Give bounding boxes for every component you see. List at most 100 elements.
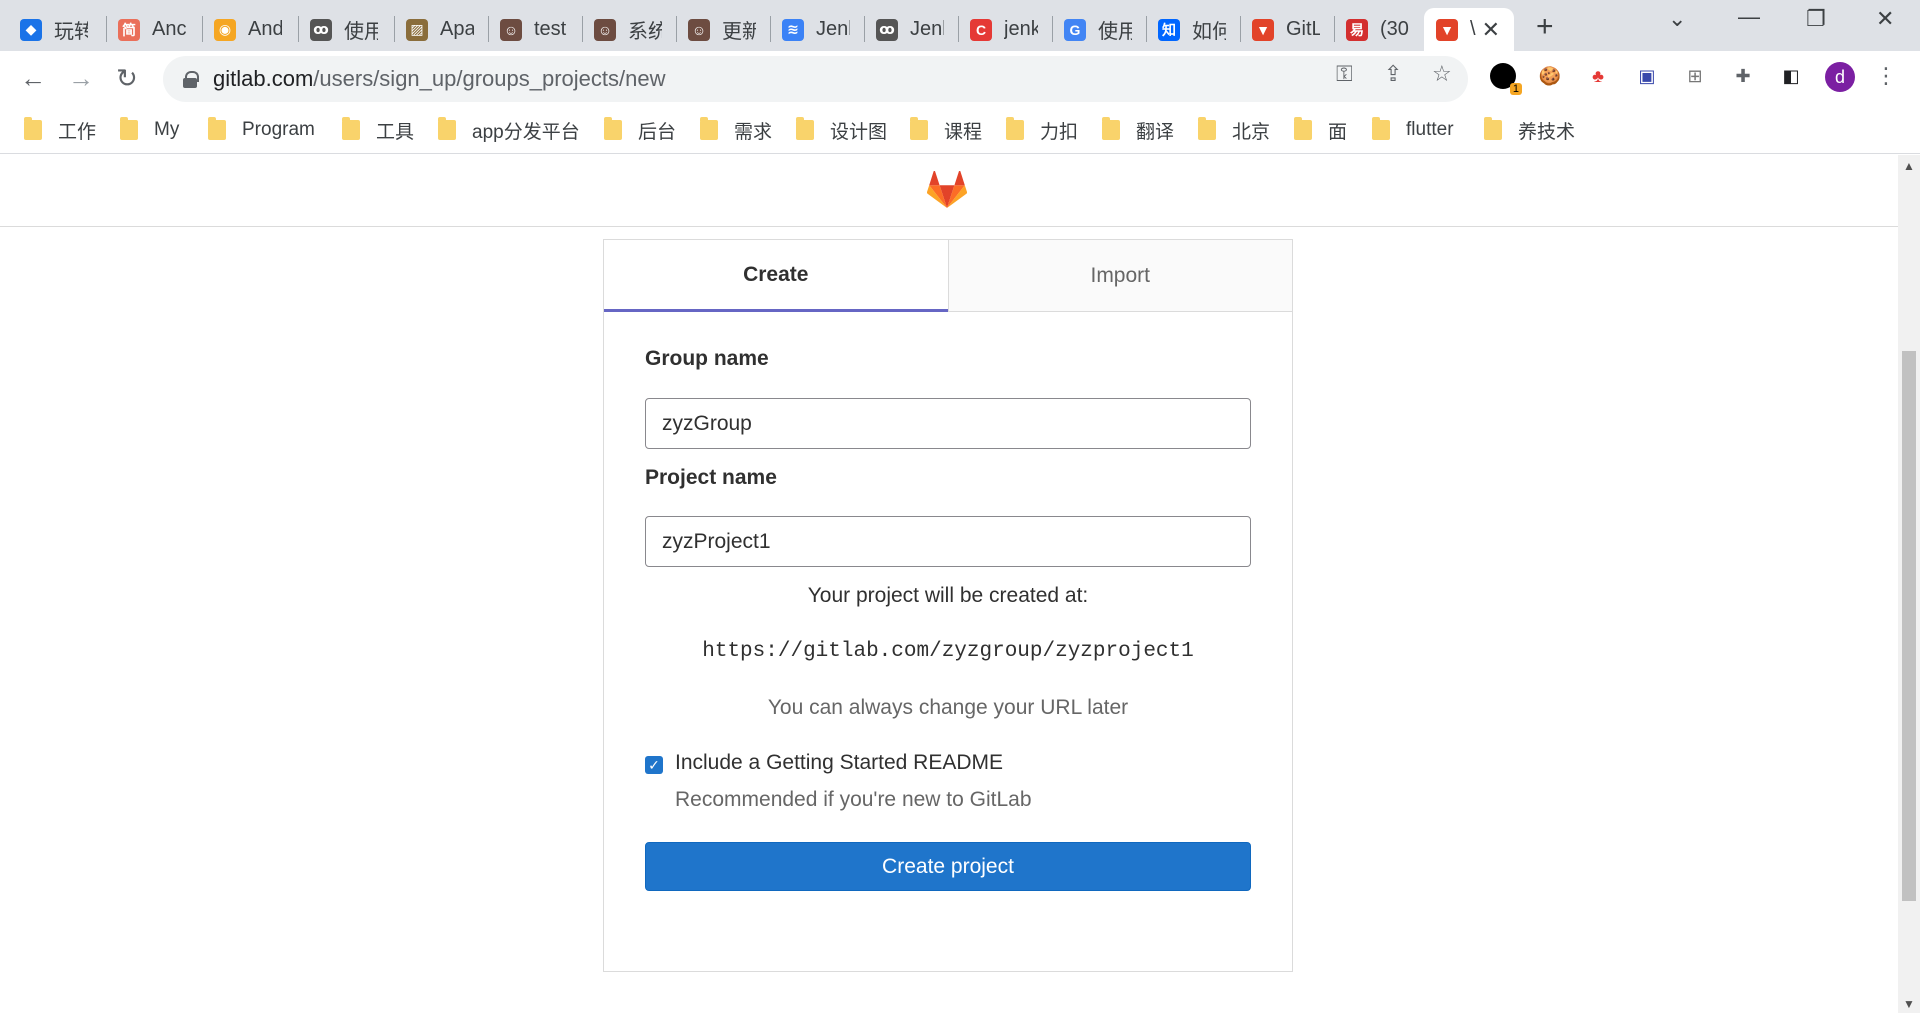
tab-create[interactable]: Create: [604, 240, 948, 312]
browser-tab[interactable]: 知 如何: [1146, 8, 1236, 51]
folder-icon: [24, 117, 42, 140]
readme-checkbox-label[interactable]: Include a Getting Started README: [675, 751, 1003, 775]
key-icon[interactable]: ⚿: [1336, 61, 1353, 87]
browser-tab[interactable]: ≋ Jenk: [770, 8, 860, 51]
bookmark-label: 工具: [376, 121, 415, 143]
lock-icon[interactable]: [183, 71, 199, 88]
scroll-up-arrow-icon[interactable]: ▲: [1903, 159, 1915, 173]
folder-icon: [120, 117, 138, 140]
tab-favicon-icon: ▼: [1436, 18, 1458, 41]
bookmark-folder[interactable]: My: [120, 115, 179, 145]
translate-extension-icon[interactable]: ▣: [1634, 63, 1660, 89]
tab-title: 玩转: [54, 21, 88, 43]
bookmark-label: 力扣: [1040, 121, 1079, 143]
browser-tab[interactable]: ◆ 玩转: [8, 8, 98, 51]
url-hint: You can always change your URL later: [767, 696, 1129, 719]
bookmark-star-icon[interactable]: ☆: [1432, 61, 1452, 87]
created-at-text: Your project will be created at:: [807, 584, 1089, 607]
browser-tab[interactable]: ▼ GitL: [1240, 8, 1330, 51]
share-icon[interactable]: ⇪: [1384, 61, 1402, 87]
bookmark-folder[interactable]: Program: [208, 115, 315, 145]
tab-favicon-icon: 知: [1158, 18, 1180, 41]
browser-tab[interactable]: ◉ And: [202, 8, 292, 51]
project-name-input[interactable]: zyzProject1: [645, 516, 1251, 567]
restore-icon[interactable]: ❐: [1806, 6, 1826, 32]
browser-menu-icon[interactable]: ⋮: [1873, 63, 1899, 89]
tab-title: \: [1470, 18, 1476, 40]
tab-search-chevron-icon[interactable]: ⌄: [1668, 6, 1686, 32]
tab-import[interactable]: Import: [947, 240, 1292, 312]
browser-tab[interactable]: ꝏ 使用: [298, 8, 388, 51]
extensions-puzzle-icon[interactable]: ✚: [1730, 63, 1756, 89]
bookmark-folder[interactable]: 课程: [910, 115, 982, 145]
scrollbar-thumb[interactable]: [1902, 351, 1916, 901]
folder-icon: [1198, 117, 1216, 140]
folder-icon: [438, 117, 456, 140]
bookmark-label: flutter: [1406, 119, 1454, 140]
bookmark-folder[interactable]: app分发平台: [438, 115, 580, 145]
side-panel-icon[interactable]: ◧: [1778, 63, 1804, 89]
bookmark-folder[interactable]: flutter: [1372, 115, 1454, 145]
browser-tab[interactable]: 易 (30: [1334, 8, 1424, 51]
bookmark-folder[interactable]: 工具: [342, 115, 414, 145]
bookmark-label: 课程: [944, 121, 983, 143]
gitlab-logo-icon[interactable]: [927, 171, 967, 209]
profile-avatar[interactable]: d: [1825, 62, 1855, 92]
tab-title: Apa: [440, 18, 474, 40]
bookmark-label: 后台: [638, 121, 677, 143]
forward-icon[interactable]: →: [68, 63, 94, 94]
bookmark-folder[interactable]: 面: [1294, 115, 1347, 145]
gitzip-extension-icon[interactable]: ⊞: [1682, 63, 1708, 89]
browser-tab[interactable]: G 使用: [1052, 8, 1142, 51]
browser-tab[interactable]: ☺ test: [488, 8, 578, 51]
address-url[interactable]: gitlab.com/users/sign_up/groups_projects…: [213, 66, 666, 92]
bookmark-label: 设计图: [830, 121, 888, 143]
tab-title: Jenk: [816, 18, 850, 40]
bookmark-folder[interactable]: 需求: [700, 115, 772, 145]
browser-tab[interactable]: ▨ Apa: [394, 8, 484, 51]
sitemap-extension-icon[interactable]: ♣: [1585, 63, 1611, 89]
bookmark-folder[interactable]: 翻译: [1102, 115, 1174, 145]
page-scrollbar[interactable]: ▲ ▼: [1898, 155, 1920, 1013]
tab-title: Jenk: [910, 18, 944, 40]
minimize-icon[interactable]: —: [1738, 4, 1760, 30]
tab-favicon-icon: C: [970, 18, 992, 41]
tab-title: (30: [1380, 18, 1409, 40]
bookmark-folder[interactable]: 设计图: [796, 115, 887, 145]
scroll-down-arrow-icon[interactable]: ▼: [1903, 997, 1915, 1011]
back-icon[interactable]: ←: [20, 63, 46, 94]
folder-icon: [208, 117, 226, 140]
bookmark-label: 翻译: [1136, 121, 1175, 143]
browser-toolbar: ← → ↻ gitlab.com/users/sign_up/groups_pr…: [0, 51, 1920, 107]
browser-tab[interactable]: 简 Anc: [106, 8, 196, 51]
create-project-button[interactable]: Create project: [645, 842, 1251, 891]
bookmark-folder[interactable]: 后台: [604, 115, 676, 145]
tab-favicon-icon: ≋: [782, 18, 804, 41]
close-window-icon[interactable]: ✕: [1876, 6, 1894, 32]
tab-favicon-icon: ▼: [1252, 18, 1274, 41]
browser-tab[interactable]: ☺ 系统: [582, 8, 672, 51]
bookmark-label: app分发平台: [472, 121, 580, 143]
extension-icon[interactable]: 1: [1490, 63, 1522, 95]
bookmark-folder[interactable]: 北京: [1198, 115, 1270, 145]
tab-favicon-icon: ꝏ: [876, 18, 898, 41]
folder-icon: [1102, 117, 1120, 140]
new-tab-button[interactable]: +: [1536, 10, 1554, 44]
bookmark-label: 需求: [734, 121, 773, 143]
tab-favicon-icon: ☺: [688, 18, 710, 41]
project-name-label: Project name: [645, 466, 777, 489]
browser-tab-active[interactable]: ▼ \ ✕: [1424, 8, 1514, 51]
reload-icon[interactable]: ↻: [116, 63, 138, 94]
close-tab-icon[interactable]: ✕: [1482, 17, 1500, 43]
bookmark-folder[interactable]: 养技术: [1484, 115, 1575, 145]
group-name-input[interactable]: zyzGroup: [645, 398, 1251, 449]
browser-tab[interactable]: C jenk: [958, 8, 1048, 51]
browser-tab[interactable]: ꝏ Jenk: [864, 8, 954, 51]
browser-tab[interactable]: ☺ 更新: [676, 8, 766, 51]
bookmark-folder[interactable]: 工作: [24, 115, 96, 145]
cookie-extension-icon[interactable]: 🍪: [1537, 63, 1563, 89]
folder-icon: [1294, 117, 1312, 140]
address-bar[interactable]: gitlab.com/users/sign_up/groups_projects…: [163, 56, 1468, 102]
bookmark-folder[interactable]: 力扣: [1006, 115, 1078, 145]
readme-checkbox[interactable]: ✓: [645, 756, 663, 774]
